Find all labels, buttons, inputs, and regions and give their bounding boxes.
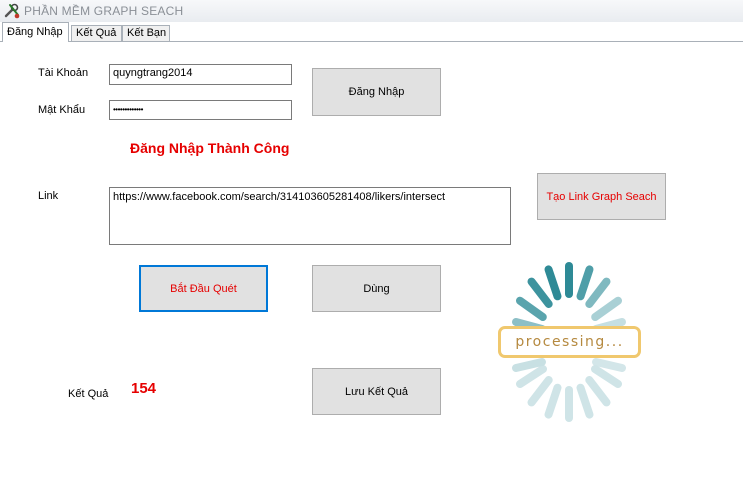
title-bar: PHẦN MỀM GRAPH SEACH <box>0 0 743 22</box>
password-label: Mật Khẩu <box>38 104 86 116</box>
link-label: Link <box>38 190 59 202</box>
login-status-message: Đăng Nhập Thành Công <box>130 140 290 156</box>
password-input[interactable]: ••••••••••••• <box>109 100 292 120</box>
result-label: Kết Quả <box>68 388 109 400</box>
save-results-button[interactable]: Lưu Kết Quả <box>312 368 441 415</box>
start-scan-button[interactable]: Bắt Đầu Quét <box>139 265 268 312</box>
tab-login[interactable]: Đăng Nhập <box>2 22 69 42</box>
tab-strip: Đăng Nhập Kết Quả Kết Bạn <box>0 22 743 42</box>
stop-button[interactable]: Dùng <box>312 265 441 312</box>
window-title: PHẦN MỀM GRAPH SEACH <box>24 4 184 18</box>
tab-friends[interactable]: Kết Bạn <box>122 25 170 41</box>
tools-icon <box>4 3 20 19</box>
result-count: 154 <box>131 380 157 397</box>
tab-results[interactable]: Kết Quả <box>71 25 122 41</box>
processing-badge: processing... <box>498 326 641 358</box>
create-link-button[interactable]: Tạo Link Graph Seach <box>537 173 666 220</box>
account-label: Tài Khoản <box>38 67 89 79</box>
login-button[interactable]: Đăng Nhập <box>312 68 441 116</box>
account-input[interactable]: quyngtrang2014 <box>109 64 292 85</box>
link-input[interactable]: https://www.facebook.com/search/31410360… <box>109 187 511 245</box>
